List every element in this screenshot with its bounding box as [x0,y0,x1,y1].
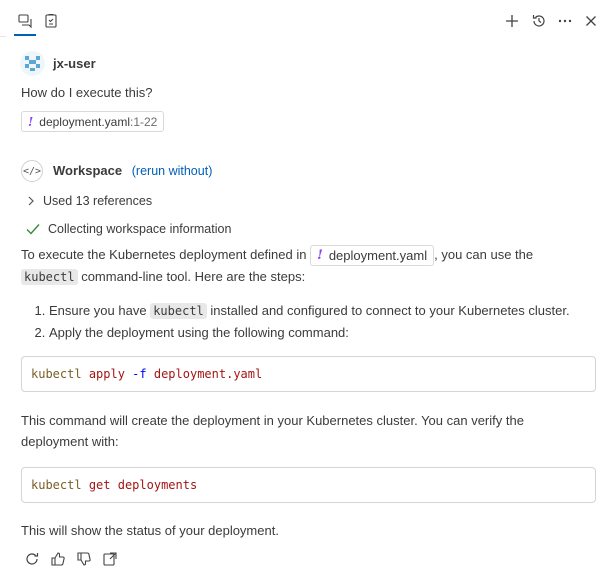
code-token: apply [88,367,125,381]
history-icon[interactable] [528,10,550,32]
inline-code: kubectl [21,269,78,286]
code-block[interactable]: kubectl apply -f deployment.yaml [21,356,596,392]
file-chip[interactable]: ! deployment.yaml [310,245,435,267]
agent-name: Workspace [53,163,123,178]
attachment-range: :1-22 [130,114,158,129]
retry-icon[interactable] [21,548,43,570]
references-toggle[interactable]: Used 13 references [27,194,152,208]
chat-tab-icon[interactable] [14,10,36,32]
code-token: kubectl [31,478,82,492]
insert-icon[interactable] [99,548,121,570]
code-icon: </> [21,160,43,182]
step-text: installed and configured to connect to y… [210,303,570,318]
code-token: deployment.yaml [153,367,263,381]
close-icon[interactable] [580,10,602,32]
steps-list: Ensure you have kubectl installed and co… [21,300,606,343]
intro-paragraph: To execute the Kubernetes deployment def… [21,244,601,288]
attachment-file: deployment.yaml [39,114,130,129]
avatar [20,51,45,76]
chevron-right-icon [28,196,34,206]
file-chip-label: deployment.yaml [328,248,428,264]
thumbs-up-icon[interactable] [47,548,69,570]
user-question: How do I execute this? [21,85,153,100]
yaml-file-icon: ! [28,114,34,129]
yaml-file-icon: ! [317,248,323,264]
more-icon[interactable] [554,10,576,32]
progress-label: Collecting workspace information [48,222,232,236]
add-icon[interactable] [501,10,523,32]
list-item: Ensure you have kubectl installed and co… [49,300,606,322]
step-text: Apply the deployment using the following… [49,325,349,340]
references-label: Used 13 references [43,194,153,208]
check-icon [26,224,40,235]
status-paragraph: This will show the status of your deploy… [21,523,279,538]
progress-item: Collecting workspace information [26,222,231,236]
attachment-chip[interactable]: ! deployment.yaml:1-22 [21,111,165,132]
intro-text-2: , you can use the [434,247,534,262]
code-block[interactable]: kubectl get deployments [21,467,596,503]
inline-code: kubectl [150,303,207,319]
code-token: -f [132,367,147,381]
code-token: kubectl [31,367,82,381]
code-token: get [88,478,111,492]
response-header: Workspace (rerun without) [53,163,212,178]
thumbs-down-icon[interactable] [73,548,95,570]
user-name: jx-user [53,56,96,71]
list-item: Apply the deployment using the following… [49,322,606,343]
intro-text-3: command-line tool. Here are the steps: [81,269,306,285]
intro-text-1: To execute the Kubernetes deployment def… [21,247,307,262]
active-tab-indicator [14,34,36,36]
divider [0,36,6,37]
verify-paragraph: This command will create the deployment … [21,413,524,449]
step-text: Ensure you have [49,303,147,318]
code-token: deployments [117,478,198,492]
rerun-without-link[interactable]: (rerun without) [132,164,213,178]
edits-tab-icon[interactable] [40,10,62,32]
